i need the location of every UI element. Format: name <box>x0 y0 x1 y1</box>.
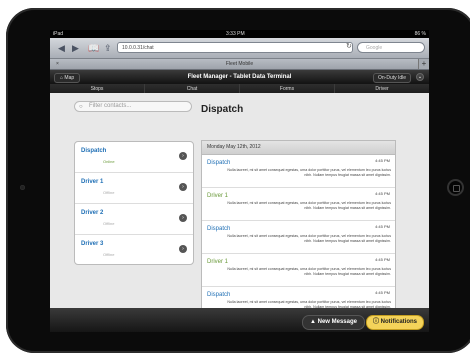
message-sender: Dispatch <box>207 292 231 298</box>
message-sender: Dispatch <box>207 160 231 166</box>
arrow-up-icon: ▲ <box>310 319 318 325</box>
contact-status: Offline <box>103 190 115 195</box>
message-sender: Driver 1 <box>207 259 229 265</box>
contact-status: Online <box>103 159 115 164</box>
screen: iPad 3:33 PM 86 % ◀ ▶ 📖 ⇪ 10.0.0.31/chat… <box>50 30 429 332</box>
contact-status: Offline <box>103 252 115 257</box>
message-item: Dispatch 4:45 PM Nulla laoreet, mi sit a… <box>202 155 395 188</box>
chevron-right-icon: › <box>179 152 187 160</box>
home-button[interactable] <box>447 179 464 196</box>
contact-name: Driver 1 <box>81 179 104 185</box>
contact-item[interactable]: Dispatch Online › <box>75 142 193 173</box>
contact-name: Driver 3 <box>81 241 104 247</box>
message-time: 4:45 PM <box>375 257 390 262</box>
message-item: Dispatch 4:45 PM Nulla laoreet, mi sit a… <box>202 221 395 254</box>
message-time: 4:45 PM <box>375 158 390 163</box>
message-body: Nulla laoreet, mi sit amet consequat ege… <box>227 168 391 177</box>
message-sender: Driver 1 <box>207 193 229 199</box>
contact-name: Dispatch <box>81 148 107 154</box>
ipad-frame: iPad 3:33 PM 86 % ◀ ▶ 📖 ⇪ 10.0.0.31/chat… <box>6 8 470 353</box>
search-field[interactable]: Google <box>357 42 425 53</box>
contact-list: Dispatch Online › Driver 1 Offline › Dri… <box>74 141 194 265</box>
forward-arrow-icon[interactable]: ▶ <box>72 43 79 54</box>
message-item: Driver 1 4:45 PM Nulla laoreet, mi sit a… <box>202 188 395 221</box>
message-sender: Dispatch <box>207 226 231 232</box>
message-item: Dispatch 4:45 PM Nulla laoreet, mi sit a… <box>202 287 395 309</box>
message-body: Nulla laoreet, mi sit amet consequat ege… <box>227 267 391 276</box>
browser-toolbar: ◀ ▶ 📖 ⇪ 10.0.0.31/chat ↻ Google <box>50 38 429 59</box>
status-bar: iPad 3:33 PM 86 % <box>50 30 429 38</box>
browser-tab-bar: × Fleet Mobile + <box>50 59 429 70</box>
search-icon: ○ <box>79 104 83 110</box>
battery-label: 86 % <box>414 31 426 37</box>
message-time: 4:45 PM <box>375 224 390 229</box>
book-icon[interactable]: 📖 <box>88 43 99 54</box>
chevron-right-icon: › <box>179 183 187 191</box>
message-panel: Monday May 12th, 2012 Dispatch 4:45 PM N… <box>201 140 396 309</box>
message-date-header: Monday May 12th, 2012 <box>202 141 395 155</box>
clock: 3:33 PM <box>226 31 245 37</box>
close-tab-icon[interactable]: × <box>56 59 59 69</box>
contact-status: Offline <box>103 221 115 226</box>
chevron-down-icon[interactable]: ⌄ <box>416 73 424 81</box>
camera-icon <box>20 185 25 190</box>
duty-status-button[interactable]: On-Duty Idle <box>373 73 412 83</box>
new-message-label: New Message <box>317 319 357 325</box>
bottom-toolbar: ▲ New Message ⓘ Notifications <box>50 308 429 332</box>
contact-name: Driver 2 <box>81 210 104 216</box>
message-item: Driver 1 4:45 PM Nulla laoreet, mi sit a… <box>202 254 395 287</box>
message-body: Nulla laoreet, mi sit amet consequat ege… <box>227 234 391 243</box>
chat-area: ○ Filter contacts... Dispatch Online › D… <box>50 93 429 309</box>
conversation-title: Dispatch <box>201 104 244 115</box>
filter-contacts-input[interactable]: ○ Filter contacts... <box>74 101 192 112</box>
address-bar[interactable]: 10.0.0.31/chat <box>117 42 353 53</box>
chevron-right-icon: › <box>179 245 187 253</box>
notifications-label: Notifications <box>380 319 418 325</box>
tab-title[interactable]: Fleet Mobile <box>226 61 253 67</box>
share-icon[interactable]: ⇪ <box>104 43 112 54</box>
message-time: 4:45 PM <box>375 191 390 196</box>
contact-item[interactable]: Driver 1 Offline › <box>75 173 193 204</box>
reload-icon[interactable]: ↻ <box>346 42 352 50</box>
app-header: Fleet Manager - Tablet Data Terminal ⌂ M… <box>50 70 429 84</box>
map-button[interactable]: ⌂ Map <box>54 73 81 83</box>
map-button-label: Map <box>64 75 75 81</box>
new-tab-button[interactable]: + <box>418 59 429 69</box>
notifications-button[interactable]: ⓘ Notifications <box>366 315 425 330</box>
message-time: 4:45 PM <box>375 290 390 295</box>
info-icon: ⓘ <box>373 319 381 325</box>
back-arrow-icon[interactable]: ◀ <box>58 43 65 54</box>
carrier-label: iPad <box>53 31 64 37</box>
contact-item[interactable]: Driver 3 Offline › <box>75 235 193 264</box>
new-message-button[interactable]: ▲ New Message <box>302 315 365 330</box>
filter-placeholder: Filter contacts... <box>89 103 132 109</box>
message-body: Nulla laoreet, mi sit amet consequat ege… <box>227 201 391 210</box>
chevron-right-icon: › <box>179 214 187 222</box>
contact-item[interactable]: Driver 2 Offline › <box>75 204 193 235</box>
